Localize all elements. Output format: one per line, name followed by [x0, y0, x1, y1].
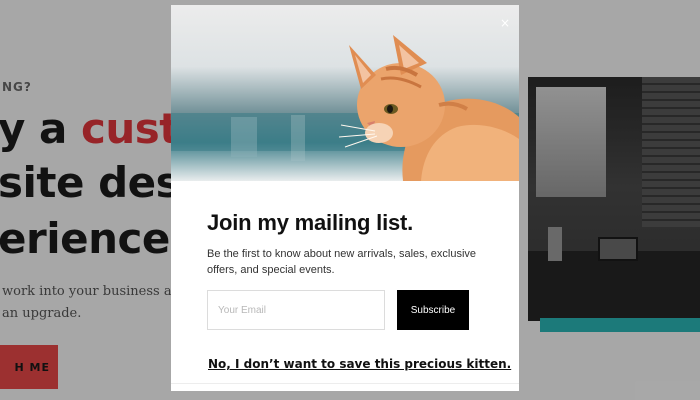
kitten-illustration [171, 35, 519, 181]
email-input[interactable] [207, 290, 385, 330]
modal-title: Join my mailing list. [207, 210, 414, 235]
close-icon[interactable]: × [499, 17, 511, 29]
subscribe-button[interactable]: Subscribe [397, 290, 469, 330]
modal-divider [171, 383, 519, 384]
kitten-hero-image: × [171, 5, 519, 181]
modal-description: Be the first to know about new arrivals,… [207, 248, 477, 276]
decline-link[interactable]: No, I don’t want to save this precious k… [208, 357, 511, 371]
mailing-list-modal: × Join my mailing list. Be the first to … [171, 5, 519, 391]
